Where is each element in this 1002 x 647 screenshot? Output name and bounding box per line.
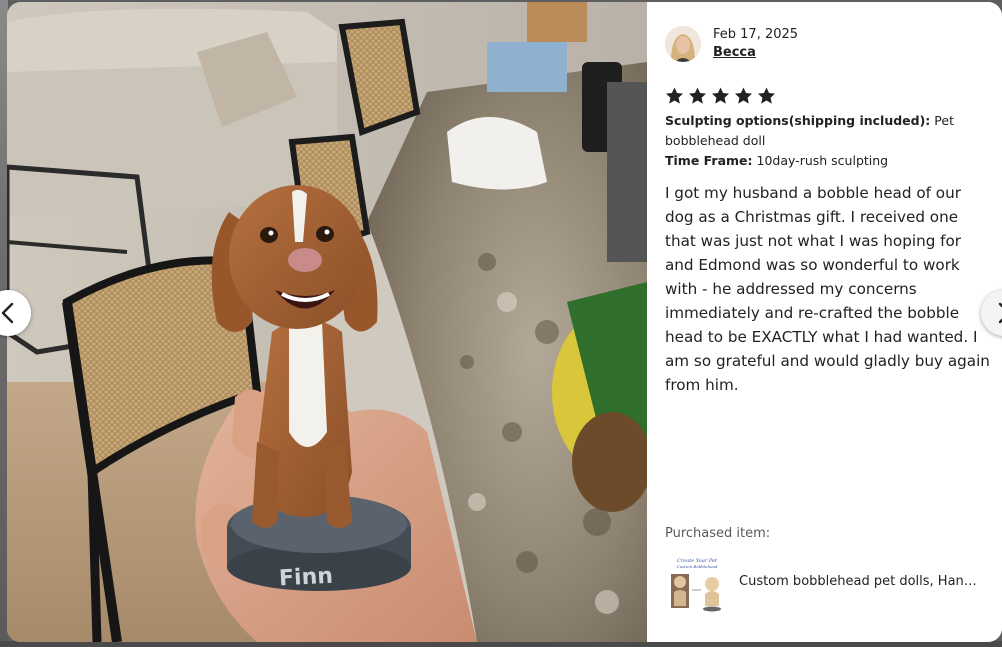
review-photo: Finn bbox=[7, 2, 647, 642]
reviewer-avatar[interactable] bbox=[665, 26, 701, 62]
reviewer-name-link[interactable]: Becca bbox=[713, 45, 756, 60]
star-icon bbox=[666, 87, 683, 104]
star-rating bbox=[664, 86, 777, 106]
review-attribute-sculpting: Sculpting options(shipping included): Pe… bbox=[665, 111, 985, 151]
base-name-text: Finn bbox=[278, 564, 333, 592]
previous-photo-button[interactable] bbox=[0, 290, 31, 336]
review-date: Feb 17, 2025 bbox=[713, 27, 799, 42]
star-icon bbox=[689, 87, 706, 104]
next-photo-button[interactable] bbox=[981, 290, 1002, 336]
attribute-label: Time Frame: bbox=[665, 153, 753, 168]
review-photo-modal: Finn Feb 17, 2025 Becca Sculpting option… bbox=[7, 2, 1002, 642]
review-attribute-time-frame: Time Frame: 10day-rush sculpting bbox=[665, 151, 985, 171]
purchased-item-label: Purchased item: bbox=[665, 526, 771, 541]
review-details-panel: Feb 17, 2025 Becca Sculpting options(shi… bbox=[647, 2, 1002, 642]
review-text: I got my husband a bobble head of our do… bbox=[665, 184, 990, 394]
attribute-label: Sculpting options(shipping included): bbox=[665, 113, 931, 128]
review-photo-image: Finn bbox=[7, 2, 647, 642]
purchased-item-title-link[interactable]: Custom bobblehead pet dolls, Handmade cu… bbox=[739, 574, 984, 589]
chevron-left-icon bbox=[1, 302, 14, 324]
purchased-item-thumbnail[interactable]: Create Your Pet Custom Bobblehead bbox=[665, 554, 729, 618]
star-icon bbox=[712, 87, 729, 104]
chevron-right-icon bbox=[998, 302, 1002, 324]
attribute-value: 10day-rush sculpting bbox=[756, 153, 889, 168]
star-icon bbox=[735, 87, 752, 104]
svg-text:Custom Bobblehead: Custom Bobblehead bbox=[677, 564, 718, 569]
star-icon bbox=[758, 87, 775, 104]
